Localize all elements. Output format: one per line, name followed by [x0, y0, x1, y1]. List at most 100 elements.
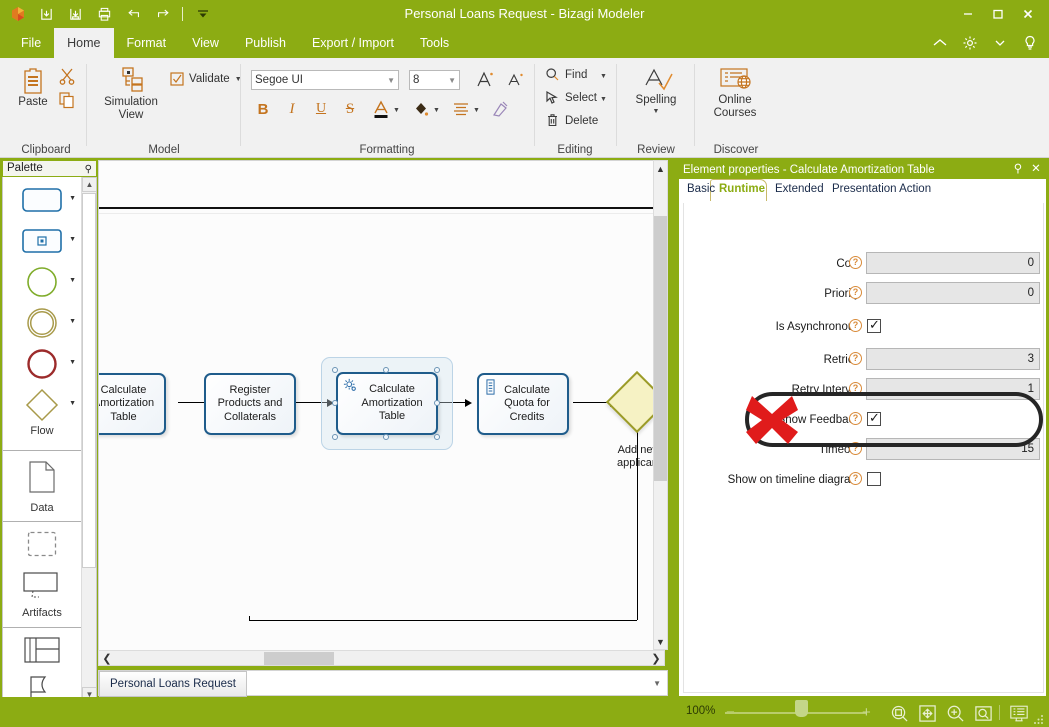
chevron-down-icon[interactable]: ▼: [69, 359, 76, 366]
priority-input[interactable]: 0: [866, 282, 1040, 304]
bold-button[interactable]: B: [252, 98, 274, 120]
presentation-view-icon[interactable]: [1008, 702, 1030, 724]
font-color-caret-icon[interactable]: ▼: [393, 107, 400, 114]
resize-grip[interactable]: [1031, 713, 1045, 725]
simulation-view-button[interactable]: Simulation View: [98, 66, 164, 122]
online-courses-button[interactable]: Online Courses: [704, 66, 766, 120]
increase-font-size-button[interactable]: [474, 68, 496, 90]
palette-shape-data-object-page[interactable]: [3, 452, 81, 502]
format-painter-button[interactable]: [490, 98, 512, 120]
palette-scroll-up-button[interactable]: ▲: [82, 177, 96, 192]
canvas-vertical-scroll-thumb[interactable]: [654, 216, 667, 481]
decrease-font-size-button[interactable]: [504, 68, 526, 90]
tab-format[interactable]: Format: [114, 28, 180, 58]
chevron-down-icon[interactable]: [987, 30, 1013, 56]
fit-to-page-icon[interactable]: [916, 702, 938, 724]
retries-input[interactable]: 3: [866, 348, 1040, 370]
retry-interval-input[interactable]: 1: [866, 378, 1040, 400]
validate-button[interactable]: Validate ▼: [170, 72, 242, 86]
task-calculate-amortization-table-left[interactable]: Calculate Amortization Table: [99, 373, 166, 435]
close-icon[interactable]: [1013, 2, 1043, 26]
cut-button[interactable]: [58, 67, 76, 88]
select-button[interactable]: Select: [545, 90, 597, 105]
canvas-vertical-scrollbar[interactable]: ▲ ▼: [653, 160, 668, 650]
zoom-slider-thumb[interactable]: [795, 700, 808, 717]
resize-handle-w[interactable]: [332, 400, 338, 406]
zoom-region-icon[interactable]: [972, 702, 994, 724]
delete-button[interactable]: Delete: [545, 113, 598, 128]
copy-button[interactable]: [58, 91, 76, 112]
palette-shape-end-event-circle[interactable]: ▼: [3, 343, 81, 384]
select-caret-icon[interactable]: ▼: [600, 96, 607, 103]
chevron-down-icon[interactable]: ▼: [653, 679, 661, 688]
document-tab-personal-loans-request[interactable]: Personal Loans Request: [99, 671, 247, 697]
canvas-horizontal-scrollbar[interactable]: ❮ ❯: [98, 650, 665, 666]
resize-handle-sw[interactable]: [332, 434, 338, 440]
pin-icon[interactable]: ⚲: [1010, 161, 1026, 179]
diagram-canvas[interactable]: Calculate Amortization Table Register Pr…: [98, 160, 665, 657]
show-feedback-help-icon[interactable]: ?: [849, 412, 862, 425]
canvas-scroll-right-button[interactable]: ❯: [648, 651, 664, 665]
show-feedback-checkbox[interactable]: [867, 410, 881, 426]
tab-presentation-action[interactable]: Presentation Action: [827, 179, 936, 201]
spelling-button[interactable]: Spelling ▼: [628, 66, 684, 115]
task-calculate-amortization-table[interactable]: Calculate Amortization Table: [336, 372, 438, 435]
chevron-down-icon[interactable]: ▼: [69, 195, 76, 202]
tab-view[interactable]: View: [179, 28, 232, 58]
font-name-select[interactable]: Segoe UI ▼: [251, 70, 399, 90]
retries-help-icon[interactable]: ?: [849, 352, 862, 365]
zoom-in-icon[interactable]: [944, 702, 966, 724]
canvas-horizontal-scroll-thumb[interactable]: [264, 652, 334, 665]
chevron-down-icon[interactable]: ▼: [448, 76, 456, 85]
task-calculate-quota-for-credits[interactable]: Calculate Quota for Credits: [477, 373, 569, 435]
cost-input[interactable]: 0: [866, 252, 1040, 274]
palette-shape-subprocess-rounded-rect[interactable]: ▼: [3, 220, 81, 261]
find-caret-icon[interactable]: ▼: [600, 73, 607, 80]
palette-shape-start-event-circle[interactable]: ▼: [3, 261, 81, 302]
retry-interval-help-icon[interactable]: ?: [849, 382, 862, 395]
cost-help-icon[interactable]: ?: [849, 256, 862, 269]
palette-shape-annotation-rect[interactable]: [3, 565, 81, 607]
palette-shape-table-icon[interactable]: [3, 629, 81, 671]
underline-button[interactable]: U: [310, 98, 332, 120]
close-icon[interactable]: ✕: [1028, 161, 1044, 179]
zoom-in-button[interactable]: +: [862, 704, 871, 721]
show-on-timeline-diagram-checkbox[interactable]: [867, 472, 881, 486]
palette-shape-task-rounded-rect[interactable]: ▼: [3, 179, 81, 220]
tab-tools[interactable]: Tools: [407, 28, 462, 58]
chevron-down-icon[interactable]: ▼: [69, 400, 76, 407]
canvas-scroll-down-button[interactable]: ▼: [654, 634, 667, 649]
is-asynchronous-help-icon[interactable]: ?: [849, 319, 862, 332]
palette-scroll-thumb[interactable]: [82, 193, 96, 568]
resize-handle-n[interactable]: [383, 367, 389, 373]
fill-color-button[interactable]: [410, 98, 432, 120]
spelling-caret-icon[interactable]: ▼: [653, 108, 660, 115]
align-button[interactable]: [450, 98, 472, 120]
chevron-down-icon[interactable]: ▼: [69, 318, 76, 325]
collapse-ribbon-icon[interactable]: [927, 30, 953, 56]
minimize-icon[interactable]: [953, 2, 983, 26]
paste-button[interactable]: Paste: [10, 66, 56, 109]
priority-help-icon[interactable]: ?: [849, 286, 862, 299]
timeout-help-icon[interactable]: ?: [849, 442, 862, 455]
tab-home[interactable]: Home: [54, 28, 114, 58]
is-asynchronous-checkbox[interactable]: [867, 317, 881, 333]
tab-export-import[interactable]: Export / Import: [299, 28, 407, 58]
palette-shape-group-dashed-rect[interactable]: [3, 523, 81, 565]
palette-shape-intermediate-event-circle[interactable]: ▼: [3, 302, 81, 343]
zoom-selection-icon[interactable]: [888, 702, 910, 724]
task-register-products-and-collaterals[interactable]: Register Products and Collaterals: [204, 373, 296, 435]
maximize-icon[interactable]: [983, 2, 1013, 26]
chevron-down-icon[interactable]: ▼: [387, 76, 395, 85]
resize-handle-s[interactable]: [383, 434, 389, 440]
palette-shape-gateway-diamond[interactable]: ▼: [3, 384, 81, 425]
resize-handle-se[interactable]: [434, 434, 440, 440]
palette-scrollbar[interactable]: ▲ ▼: [81, 177, 96, 701]
fill-color-caret-icon[interactable]: ▼: [433, 107, 440, 114]
resize-handle-ne[interactable]: [434, 367, 440, 373]
settings-gear-icon[interactable]: [957, 30, 983, 56]
chevron-down-icon[interactable]: ▼: [69, 277, 76, 284]
timeout-input[interactable]: 15: [866, 438, 1040, 460]
font-size-select[interactable]: 8 ▼: [409, 70, 460, 90]
find-button[interactable]: Find: [545, 67, 587, 82]
